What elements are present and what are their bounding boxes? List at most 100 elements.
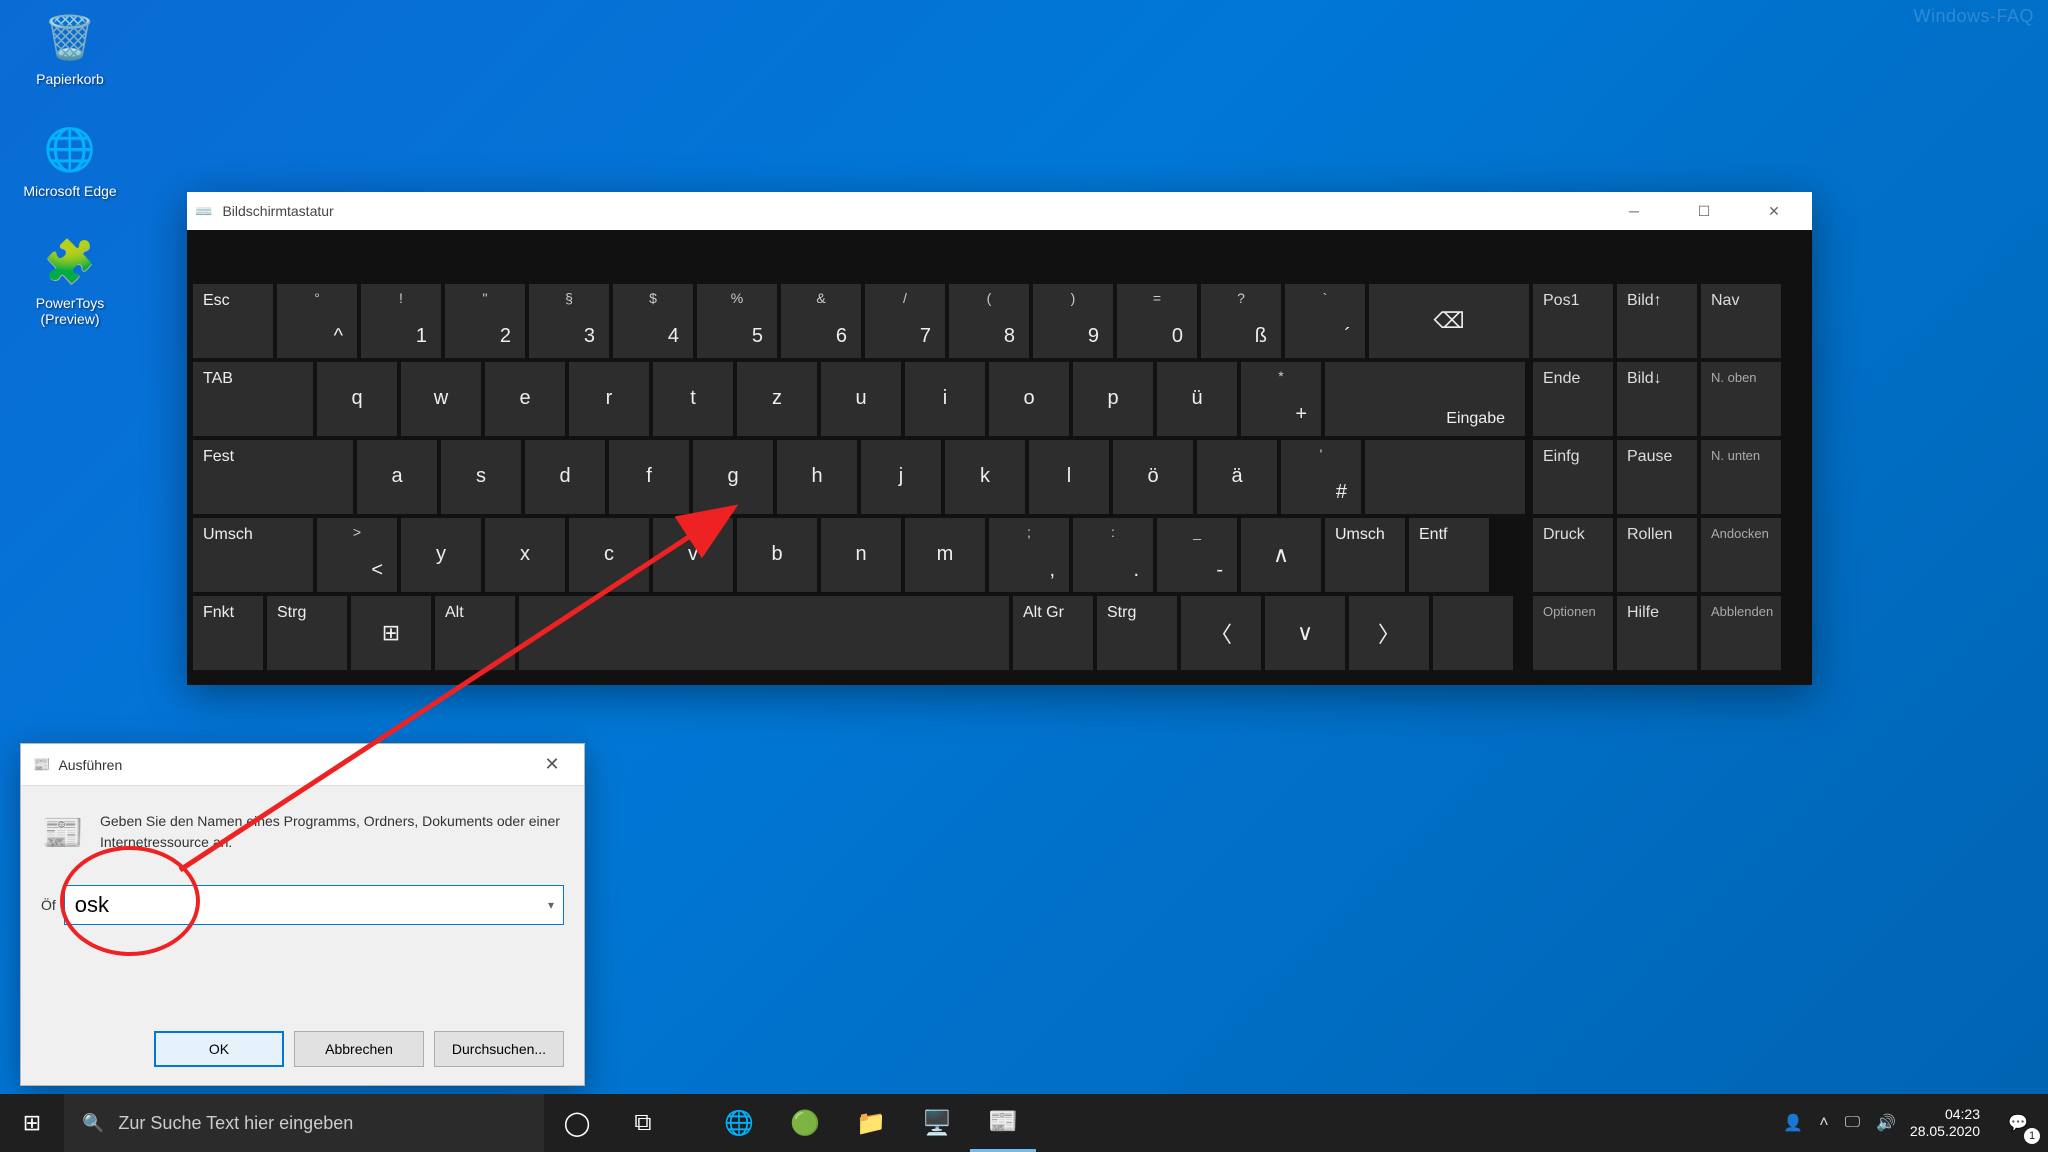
key-5[interactable]: %5 [697, 284, 777, 358]
key-d[interactable]: d [525, 440, 605, 514]
side-key-pause[interactable]: Pause [1617, 440, 1697, 514]
key-fest[interactable]: Fest [193, 440, 353, 514]
key-t[interactable]: t [653, 362, 733, 436]
key--[interactable]: _- [1157, 518, 1237, 592]
key-v[interactable]: v [653, 518, 733, 592]
key-+[interactable]: *+ [1241, 362, 1321, 436]
browse-button[interactable]: Durchsuchen... [434, 1031, 564, 1067]
key-z[interactable]: z [737, 362, 817, 436]
task-edge-icon[interactable]: 🌐 [706, 1094, 772, 1152]
key-y[interactable]: y [401, 518, 481, 592]
key-<[interactable]: >< [317, 518, 397, 592]
ok-button[interactable]: OK [154, 1031, 284, 1067]
key-.[interactable]: :. [1073, 518, 1153, 592]
key-h[interactable]: h [777, 440, 857, 514]
side-key-pos1[interactable]: Pos1 [1533, 284, 1613, 358]
key-^[interactable]: °^ [277, 284, 357, 358]
key-eingabe[interactable]: Eingabe [1325, 362, 1525, 436]
run-open-input[interactable] [64, 885, 564, 925]
side-key-n-unten[interactable]: N. unten [1701, 440, 1781, 514]
key-umsch[interactable]: Umsch [193, 518, 313, 592]
key-space[interactable] [1365, 440, 1525, 514]
key-b[interactable]: b [737, 518, 817, 592]
key-〉[interactable]: 〉 [1349, 596, 1429, 670]
key-q[interactable]: q [317, 362, 397, 436]
key-ü[interactable]: ü [1157, 362, 1237, 436]
key-n[interactable]: n [821, 518, 901, 592]
key-1[interactable]: !1 [361, 284, 441, 358]
taskbar-search[interactable]: 🔍 Zur Suche Text hier eingeben [64, 1094, 544, 1152]
key-2[interactable]: "2 [445, 284, 525, 358]
key-g[interactable]: g [693, 440, 773, 514]
key-4[interactable]: $4 [613, 284, 693, 358]
key-7[interactable]: /7 [865, 284, 945, 358]
key-esc[interactable]: Esc [193, 284, 273, 358]
task-cortana-icon[interactable]: ◯ [544, 1094, 610, 1152]
close-button[interactable]: ✕ [1744, 192, 1804, 230]
key-9[interactable]: )9 [1033, 284, 1113, 358]
side-key-bild-[interactable]: Bild↓ [1617, 362, 1697, 436]
tray-chevron-up-icon[interactable]: ˄ [1819, 1114, 1828, 1132]
side-key-optionen[interactable]: Optionen [1533, 596, 1613, 670]
key-3[interactable]: §3 [529, 284, 609, 358]
key-ö[interactable]: ö [1113, 440, 1193, 514]
side-key-nav[interactable]: Nav [1701, 284, 1781, 358]
key-∨[interactable]: ∨ [1265, 596, 1345, 670]
key-#[interactable]: '# [1281, 440, 1361, 514]
osk-titlebar[interactable]: ⌨️ Bildschirmtastatur ─ ☐ ✕ [187, 192, 1812, 230]
tray-volume-icon[interactable]: 🔊 [1876, 1113, 1896, 1133]
desktop-icon-edge[interactable]: 🌐 Microsoft Edge [15, 122, 125, 199]
action-center-button[interactable]: 💬 1 [1988, 1094, 2048, 1152]
desktop-icon-powertoys[interactable]: 🧩 PowerToys (Preview) [15, 234, 125, 327]
key-ß[interactable]: ?ß [1201, 284, 1281, 358]
task-run-icon[interactable]: 📰 [970, 1094, 1036, 1152]
key-e[interactable]: e [485, 362, 565, 436]
side-key-einfg[interactable]: Einfg [1533, 440, 1613, 514]
key-u[interactable]: u [821, 362, 901, 436]
close-button[interactable]: ✕ [532, 754, 572, 775]
key-r[interactable]: r [569, 362, 649, 436]
key-o[interactable]: o [989, 362, 1069, 436]
key-l[interactable]: l [1029, 440, 1109, 514]
side-key-andocken[interactable]: Andocken [1701, 518, 1781, 592]
key-strg[interactable]: Strg [267, 596, 347, 670]
key-s[interactable]: s [441, 440, 521, 514]
key-p[interactable]: p [1073, 362, 1153, 436]
key-i[interactable]: i [905, 362, 985, 436]
key-strg[interactable]: Strg [1097, 596, 1177, 670]
side-key-n-oben[interactable]: N. oben [1701, 362, 1781, 436]
side-key-hilfe[interactable]: Hilfe [1617, 596, 1697, 670]
tray-display-icon[interactable]: 🖵 [1845, 1114, 1860, 1132]
key-alt[interactable]: Alt [435, 596, 515, 670]
key-tab[interactable]: TAB [193, 362, 313, 436]
minimize-button[interactable]: ─ [1604, 192, 1664, 230]
key-´[interactable]: `´ [1285, 284, 1365, 358]
key-〈[interactable]: 〈 [1181, 596, 1261, 670]
key-umsch[interactable]: Umsch [1325, 518, 1405, 592]
side-key-bild-[interactable]: Bild↑ [1617, 284, 1697, 358]
key-c[interactable]: c [569, 518, 649, 592]
key-6[interactable]: &6 [781, 284, 861, 358]
key-space[interactable] [519, 596, 1009, 670]
run-titlebar[interactable]: 📰 Ausführen ✕ [21, 744, 584, 786]
desktop-icon-recycle-bin[interactable]: 🗑️ Papierkorb [15, 10, 125, 87]
side-key-abblenden[interactable]: Abblenden [1701, 596, 1781, 670]
key-⌫[interactable]: ⌫ [1369, 284, 1529, 358]
key-alt-gr[interactable]: Alt Gr [1013, 596, 1093, 670]
key-a[interactable]: a [357, 440, 437, 514]
start-button[interactable]: ⊞ [0, 1094, 64, 1152]
key-m[interactable]: m [905, 518, 985, 592]
side-key-ende[interactable]: Ende [1533, 362, 1613, 436]
key-0[interactable]: =0 [1117, 284, 1197, 358]
key-x[interactable]: x [485, 518, 565, 592]
key-,[interactable]: ;, [989, 518, 1069, 592]
task-computer-icon[interactable]: 🖥️ [904, 1094, 970, 1152]
key-entf[interactable]: Entf [1409, 518, 1489, 592]
key-k[interactable]: k [945, 440, 1025, 514]
key-fnkt[interactable]: Fnkt [193, 596, 263, 670]
key-j[interactable]: j [861, 440, 941, 514]
side-key-druck[interactable]: Druck [1533, 518, 1613, 592]
taskbar-clock[interactable]: 04:23 28.05.2020 [1910, 1094, 1988, 1152]
task-explorer-icon[interactable]: 📁 [838, 1094, 904, 1152]
maximize-button[interactable]: ☐ [1674, 192, 1734, 230]
